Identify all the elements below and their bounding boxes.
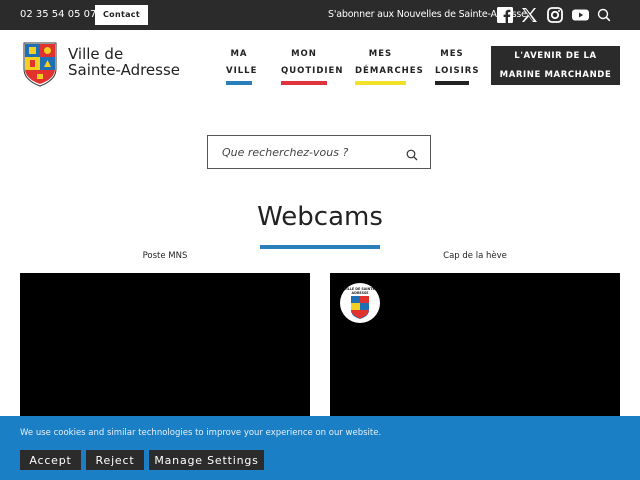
webcam-player-cap-de-la-heve[interactable]: VILLE DE SAINTE-ADRESSE [330,273,620,423]
badge-text: VILLE DE SAINTE-ADRESSE [343,287,377,295]
cookie-message: We use cookies and similar technologies … [20,428,382,438]
reject-button[interactable]: Reject [86,450,144,470]
cta-line2: MARINE MARCHANDE [499,69,612,80]
city-logo[interactable] [23,42,57,87]
search-box [207,135,431,169]
nav-label-line2: DÉMARCHES [355,66,424,76]
nav-item-mes-loisirs[interactable]: MES LOISIRS [435,46,480,85]
nav-label-line1: MON [291,49,317,59]
facebook-icon[interactable] [497,7,513,23]
nav-color-bar [435,81,469,85]
contact-button[interactable]: Contact [95,5,148,25]
city-badge: VILLE DE SAINTE-ADRESSE [340,283,380,323]
marine-marchande-button[interactable]: L'AVENIR DE LA MARINE MARCHANDE [491,46,620,85]
accept-button[interactable]: Accept [20,450,81,470]
phone-number[interactable]: 02 35 54 05 07 [20,0,96,30]
webcam-label-poste-mns: Poste MNS [142,251,188,261]
webcam-label-cap-de-la-heve: Cap de la hève [443,251,507,261]
site-name[interactable]: Ville de Sainte-Adresse [68,46,180,78]
search-icon[interactable] [597,7,611,23]
x-icon[interactable] [521,7,537,23]
nav-label-line2: LOISIRS [435,66,480,76]
nav-color-bar [226,81,252,85]
instagram-icon[interactable] [547,7,563,23]
nav-label-line1: MA [230,49,248,59]
manage-settings-button[interactable]: Manage Settings [149,450,264,470]
top-bar: 02 35 54 05 07 Contact S'abonner aux Nou… [0,0,640,30]
nav-label-line1: MES [368,49,393,59]
title-underline [260,245,380,249]
site-name-line2: Sainte-Adresse [68,61,181,79]
nav-color-bar [281,81,327,85]
shield-icon [351,296,369,319]
search-icon[interactable] [406,146,418,161]
nav-item-ma-ville[interactable]: MA VILLE [226,46,258,85]
youtube-icon[interactable] [572,7,589,23]
nav-label-line1: MES [440,49,464,59]
search-input[interactable] [222,144,392,160]
site-name-line1: Ville de [68,45,124,63]
nav-color-bar [355,81,406,85]
nav-label-line2: VILLE [226,66,258,76]
nav-item-mon-quotidien[interactable]: MON QUOTIDIEN [281,46,344,85]
page-title: Webcams [257,202,383,232]
nav-label-line2: QUOTIDIEN [281,66,344,76]
webcam-player-poste-mns[interactable] [20,273,310,423]
cookie-banner: We use cookies and similar technologies … [0,416,640,480]
nav-item-mes-demarches[interactable]: MES DÉMARCHES [355,46,424,85]
cta-line1: L'AVENIR DE LA [514,50,597,61]
